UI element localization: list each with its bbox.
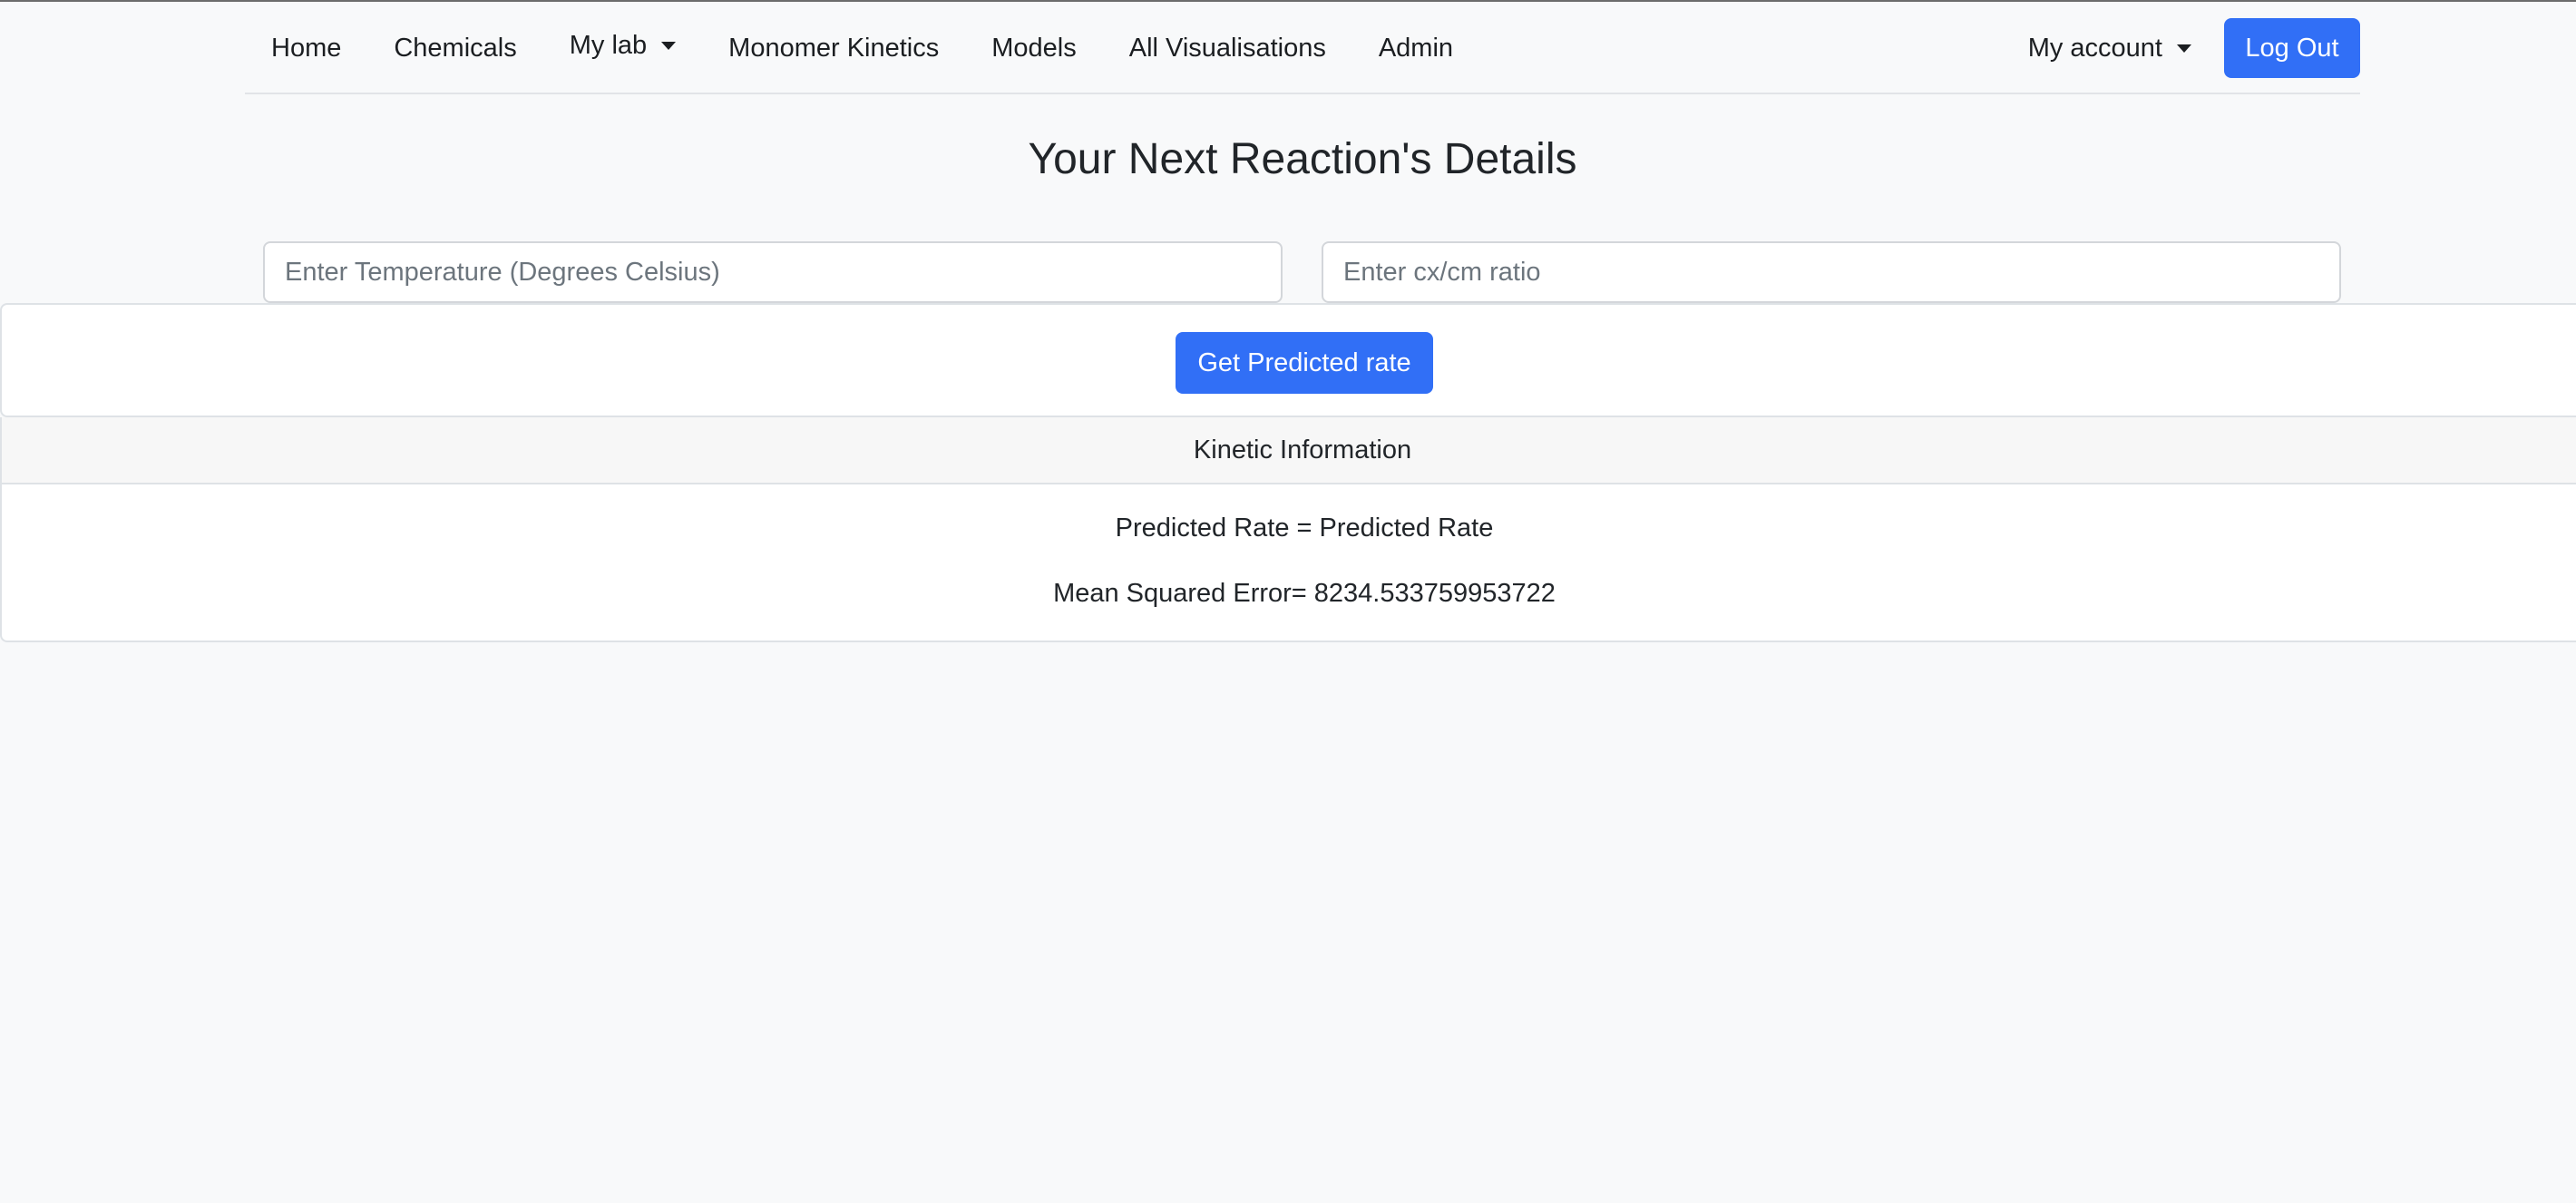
nav-monomer-kinetics-label: Monomer Kinetics [728, 33, 940, 63]
chevron-down-icon [2177, 44, 2191, 53]
nav-right-group: My account Log Out [2028, 2, 2360, 94]
kinetic-information-card: Kinetic Information Predicted Rate = Pre… [0, 417, 2576, 642]
get-predicted-rate-button[interactable]: Get Predicted rate [1176, 332, 1433, 394]
page-title: Your Next Reaction's Details [1028, 135, 1577, 183]
nav-home-label: Home [271, 33, 342, 63]
nav-admin-link[interactable]: Admin [1352, 34, 1479, 64]
nav-models-link[interactable]: Models [965, 34, 1103, 64]
cx-cm-ratio-input[interactable] [1322, 241, 2341, 303]
nav-admin-label: Admin [1378, 33, 1454, 63]
nav-chemicals-link[interactable]: Chemicals [367, 34, 542, 64]
top-navbar: Home Chemicals My lab Monomer Kinetics M… [245, 2, 2360, 94]
temperature-input[interactable] [263, 241, 1283, 303]
kinetic-information-header: Kinetic Information [2, 417, 2576, 484]
nav-models-label: Models [991, 33, 1077, 63]
nav-links: Home Chemicals My lab Monomer Kinetics M… [245, 2, 1479, 94]
chevron-down-icon [661, 41, 677, 50]
nav-monomer-kinetics-link[interactable]: Monomer Kinetics [702, 34, 965, 64]
nav-all-visualisations-label: All Visualisations [1128, 33, 1326, 63]
my-account-label: My account [2027, 33, 2162, 63]
mean-squared-error-text: Mean Squared Error= 8234.533759953722 [1053, 579, 1556, 608]
my-account-dropdown[interactable]: My account [2028, 34, 2191, 64]
nav-all-visualisations-link[interactable]: All Visualisations [1103, 34, 1352, 64]
nav-my-lab-dropdown[interactable]: My lab [543, 31, 702, 61]
predict-button-card: Get Predicted rate [0, 303, 2576, 417]
nav-my-lab-label: My lab [569, 30, 648, 60]
nav-chemicals-label: Chemicals [394, 33, 517, 63]
predicted-rate-text: Predicted Rate = Predicted Rate [1115, 513, 1494, 543]
logout-button[interactable]: Log Out [2224, 18, 2360, 78]
nav-home-link[interactable]: Home [245, 34, 367, 64]
